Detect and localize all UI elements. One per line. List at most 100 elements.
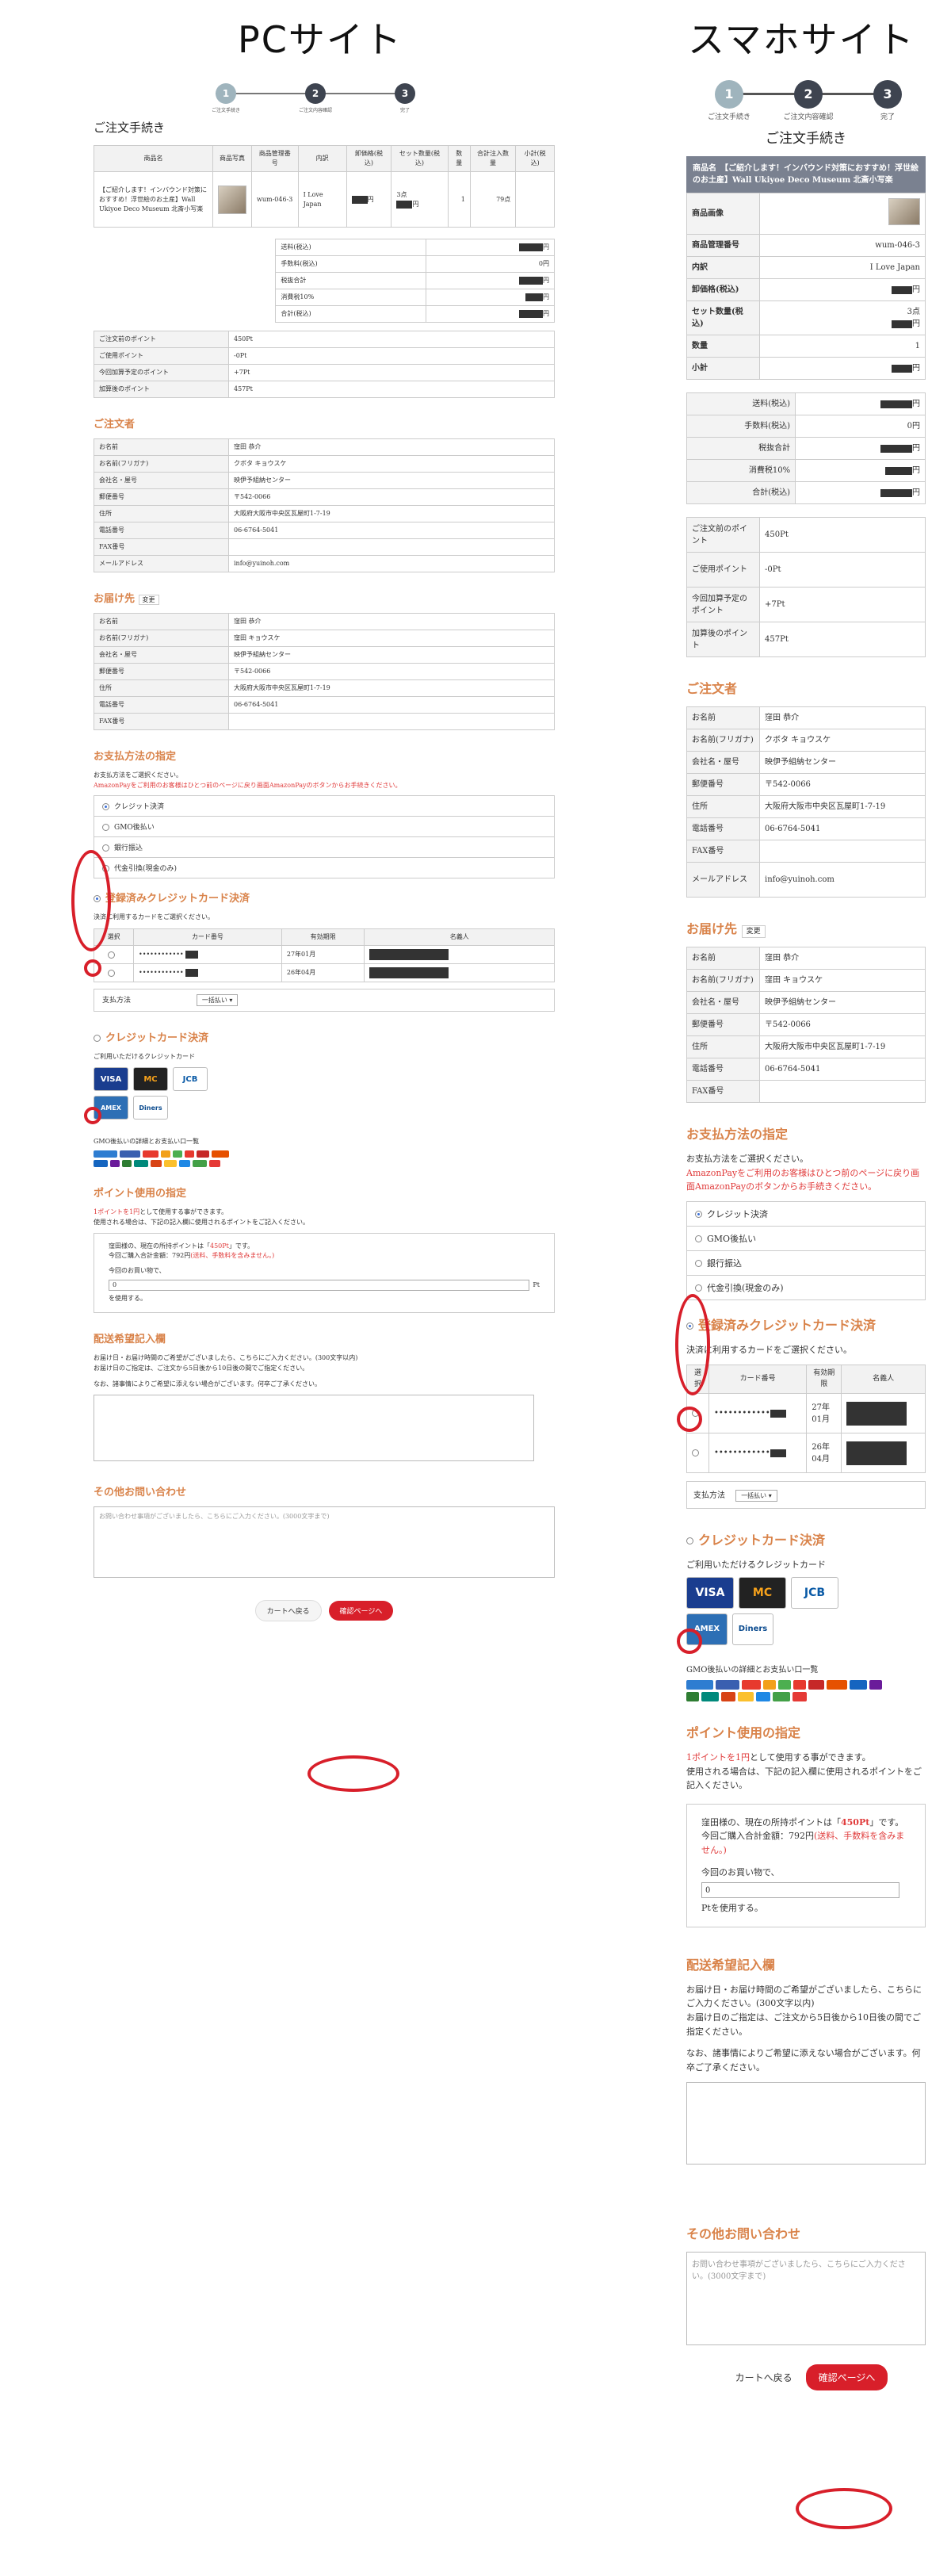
o-v7: info@yuinoh.com: [228, 555, 555, 572]
product-price: 円: [346, 171, 392, 228]
sp-back-button[interactable]: カートへ戻る: [724, 2366, 804, 2390]
sp-step-3-label: 完了: [880, 113, 895, 121]
pt-label-3: 加算後のポイント: [94, 381, 229, 398]
sp-card-row[interactable]: •••••••••••• 26年04月: [686, 1433, 926, 1474]
sp-confirm-button[interactable]: 確認ページへ: [805, 2364, 888, 2391]
pc-credit-radio[interactable]: [94, 1035, 101, 1043]
pc-point-input[interactable]: 0: [109, 1279, 530, 1291]
pc-delivery-textarea[interactable]: [94, 1395, 534, 1462]
pc-inquiry-textarea[interactable]: お問い合わせ事項がございましたら、こちらにご入力ください。(3000文字まで): [94, 1506, 555, 1579]
pc-pay-option-cod[interactable]: 代金引換(現金のみ): [94, 856, 555, 878]
radio-icon[interactable]: [102, 844, 109, 852]
product-code: wum-046-3: [251, 171, 299, 228]
sp-ol6: FAX番号: [686, 840, 760, 863]
sp-delivery-textarea[interactable]: [686, 2082, 926, 2165]
pc-pay-option-credit[interactable]: クレジット決済: [94, 794, 555, 817]
sp-progress-steps: 1 2 3 ご注文手続き ご注文内容確認 完了: [708, 79, 905, 121]
pt-label-0: ご注文前のポイント: [94, 331, 229, 348]
radio-icon[interactable]: [695, 1284, 702, 1292]
sp-ship-change-button[interactable]: 変更: [741, 925, 766, 938]
pc-delivery-text3: なお、諸事情によりご希望に添えない場合がございます。何卒ご了承ください。: [94, 1380, 322, 1388]
sp-pay-method-select[interactable]: 一括払い ▾: [735, 1490, 777, 1502]
sp-point-input[interactable]: 0: [701, 1882, 899, 1899]
o-l4: 住所: [94, 505, 229, 522]
s-l0: お名前: [94, 613, 229, 630]
pc-points-table: ご注文前のポイント 450Pt ご使用ポイント -0Pt 今回加算予定のポイント +7…: [94, 331, 555, 398]
pc-order-title: ご注文手続き: [94, 121, 166, 135]
o-v1: クボタ キョウスケ: [228, 455, 555, 473]
total-fee: 0円: [425, 255, 556, 273]
sp-sv5: 06-6764-5041: [759, 1058, 926, 1081]
pc-orderer-table: お名前 窪田 恭介 お名前(フリガナ) クボタ キョウスケ 会社名・屋号 映伊予組納セ…: [94, 438, 555, 572]
sp-ov5: 06-6764-5041: [759, 817, 926, 840]
pc-step-3-label: 完了: [399, 108, 410, 113]
radio-icon[interactable]: [695, 1211, 702, 1219]
sp-ol0: お名前: [686, 706, 760, 729]
o-v2: 映伊予組納センター: [228, 472, 555, 489]
sp-sl5: 電話番号: [686, 1058, 760, 1081]
sp-credit-radio[interactable]: [686, 1537, 693, 1545]
sp-ship-title-row: お届け先 変更: [686, 918, 926, 938]
s-v2: 映伊予組納センター: [228, 646, 555, 664]
annotation-ring: [307, 1755, 399, 1792]
pc-pay-method-row: 支払方法 一括払い ▾: [94, 989, 555, 1012]
product-breakdown: I Love Japan: [297, 171, 347, 228]
pc-pay-option-bank[interactable]: 銀行振込: [94, 836, 555, 858]
pc-inquiry-title: その他お問い合わせ: [94, 1487, 187, 1499]
o-l7: メールアドレス: [94, 555, 229, 572]
sp-ol7: メールアドレス: [686, 862, 760, 898]
pt-label-1: ご使用ポイント: [94, 347, 229, 365]
sp-ptl1: ご使用ポイント: [686, 552, 760, 588]
sp-pay-option-gmo[interactable]: GMO後払い: [686, 1225, 926, 1251]
o-l1: お名前(フリガナ): [94, 455, 229, 473]
sp-ov1: クボタ キョウスケ: [759, 729, 926, 752]
o-l3: 郵便番号: [94, 488, 229, 506]
pc-point-box: 窪田様の、現在の所持ポイントは「450Pt」です。 今回ご購入合計金額：792円…: [94, 1232, 555, 1313]
pc-pay-option-gmo[interactable]: GMO後払い: [94, 815, 555, 837]
total-label-shipping: 送料(税込): [275, 239, 426, 256]
radio-icon[interactable]: [695, 1260, 702, 1268]
radio-icon[interactable]: [102, 802, 109, 810]
pc-point-desc1: として使用する事ができます。: [139, 1208, 228, 1215]
th-photo: 商品写真: [212, 145, 252, 172]
sp-inquiry-textarea[interactable]: お問い合わせ事項がございましたら、こちらにご入力ください。(3000文字まで): [686, 2252, 926, 2346]
pc-pay-method-select[interactable]: 一括払い ▾: [196, 994, 239, 1007]
sp-pay-option-bank[interactable]: 銀行振込: [686, 1250, 926, 1276]
pc-point-label: 今回のお買い物で、: [109, 1267, 166, 1275]
pc-confirm-button[interactable]: 確認ページへ: [328, 1601, 394, 1621]
pc-gmo-store-logos: [94, 1150, 244, 1167]
radio-icon[interactable]: [692, 1449, 699, 1457]
annotation-ring: [677, 1629, 702, 1654]
sp-pay-option-credit[interactable]: クレジット決済: [686, 1200, 926, 1227]
o-l2: 会社名・屋号: [94, 472, 229, 489]
sp-card-th-1: カード番号: [708, 1365, 808, 1395]
sp-ol1: お名前(フリガナ): [686, 729, 760, 752]
sp-delivery-text3: なお、諸事情によりご希望に添えない場合がございます。何卒ご了承ください。: [686, 2048, 921, 2073]
o-l5: 電話番号: [94, 522, 229, 539]
pc-orderer-title: ご注文者: [94, 419, 136, 431]
annotation-ring: [84, 959, 101, 977]
card-row[interactable]: •••••••••••• 27年01月: [94, 945, 555, 965]
sp-sl2: 会社名・屋号: [686, 991, 760, 1014]
jcb-icon: JCB: [173, 1067, 208, 1092]
product-subtotal: [515, 171, 555, 228]
sp-payment-instr: お支払方法をご選択ください。: [686, 1154, 808, 1164]
sp-ov4: 大阪府大阪市中央区瓦屋町1-7-19: [759, 795, 926, 818]
radio-icon[interactable]: [108, 951, 115, 959]
radio-icon[interactable]: [695, 1235, 702, 1243]
sp-pl6: 小計: [686, 357, 760, 380]
sp-card-row[interactable]: •••••••••••• 27年01月: [686, 1393, 926, 1434]
sp-pay-option-cod[interactable]: 代金引換(現金のみ): [686, 1274, 926, 1300]
radio-icon[interactable]: [102, 823, 109, 831]
card-row[interactable]: •••••••••••• 26年04月: [94, 963, 555, 983]
product-qty: 1: [447, 171, 471, 228]
annotation-ring: [84, 1107, 101, 1124]
sp-point-label: 今回のお買い物で、: [701, 1866, 780, 1877]
pc-ship-change-button[interactable]: 変更: [138, 595, 159, 605]
sp-tl4: 合計(税込): [686, 481, 796, 504]
pc-back-button[interactable]: カートへ戻る: [254, 1600, 322, 1622]
pc-payment-instr: お支払方法をご選択ください。: [94, 771, 182, 779]
sp-pl0: 商品画像: [686, 193, 760, 235]
radio-icon[interactable]: [108, 969, 115, 977]
sp-ship-table: お名前 窪田 恭介 お名前(フリガナ) 窪田 キョウスケ 会社名・屋号 映伊予組納セン…: [686, 947, 926, 1103]
